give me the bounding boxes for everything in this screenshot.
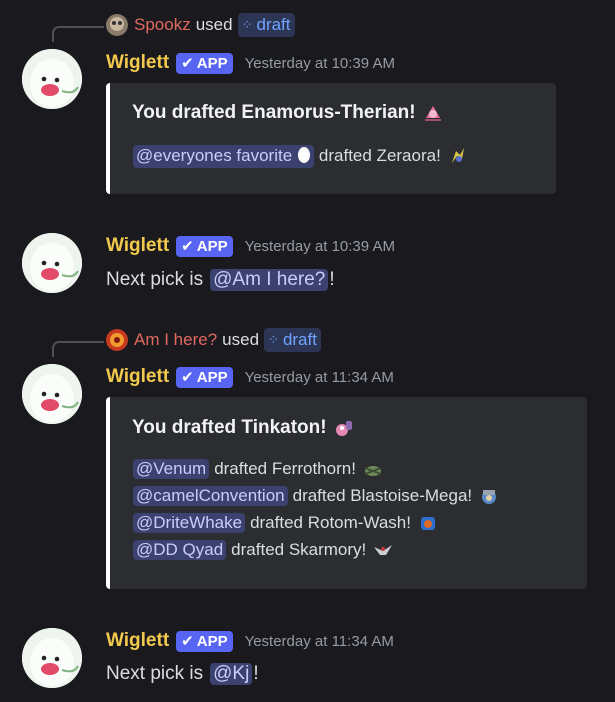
verified-check-icon: ✔ <box>181 238 194 255</box>
timestamp[interactable]: Yesterday at 10:39 AM <box>245 55 395 72</box>
wiglett-avatar[interactable] <box>22 628 82 688</box>
embed-title: You drafted Enamorus-Therian! <box>132 98 444 128</box>
message-header: Wiglett ✔ APP Yesterday at 10:39 AM <box>106 232 395 260</box>
egg-icon <box>297 145 311 168</box>
message-header: Wiglett ✔ APP Yesterday at 11:34 AM <box>106 627 394 655</box>
embed-line: @camelConvention drafted Blastoise-Mega! <box>132 483 500 509</box>
reply-username[interactable]: Spookz <box>134 15 191 35</box>
user-mention[interactable]: @DD Qyad <box>133 540 227 560</box>
message-content: Next pick is @Kj ! <box>106 658 259 690</box>
wiglett-avatar[interactable] <box>22 49 82 109</box>
message-header: Wiglett ✔ APP Yesterday at 11:34 AM <box>106 363 394 391</box>
badge-label: APP <box>196 237 228 255</box>
command-chip[interactable]: ⁘ draft <box>237 13 295 37</box>
blastoise-mega-sprite-icon <box>478 485 500 507</box>
app-badge: ✔ APP <box>176 52 233 74</box>
slash-command-icon: ⁘ <box>241 17 253 32</box>
embed-title: You drafted Tinkaton! <box>132 413 355 443</box>
reply-context[interactable]: Am I here? used ⁘ draft <box>106 327 321 353</box>
embed-line: @DriteWhake drafted Rotom-Wash! <box>132 510 439 536</box>
wiglett-avatar[interactable] <box>22 233 82 293</box>
badge-label: APP <box>196 368 228 386</box>
am-i-here-avatar-icon[interactable] <box>106 329 128 351</box>
draft-embed: You drafted Tinkaton! @Venum drafted Fer… <box>106 397 587 589</box>
draft-text: drafted Ferrothorn! <box>214 459 356 478</box>
user-mention[interactable]: @camelConvention <box>133 486 288 506</box>
verified-check-icon: ✔ <box>181 55 194 72</box>
timestamp[interactable]: Yesterday at 11:34 AM <box>245 369 394 386</box>
rotom-wash-sprite-icon <box>417 512 439 534</box>
message-header: Wiglett ✔ APP Yesterday at 10:39 AM <box>106 49 395 77</box>
user-mention[interactable]: @DriteWhake <box>133 513 246 533</box>
verified-check-icon: ✔ <box>181 369 194 386</box>
message-text: Next pick is <box>106 663 204 684</box>
reply-username[interactable]: Am I here? <box>134 330 217 350</box>
badge-label: APP <box>196 54 228 72</box>
spookz-avatar-icon[interactable] <box>106 14 128 36</box>
username[interactable]: Wiglett <box>106 366 169 388</box>
timestamp[interactable]: Yesterday at 10:39 AM <box>245 238 395 255</box>
draft-text: drafted Blastoise-Mega! <box>292 486 473 505</box>
user-mention[interactable]: @everyones favorite <box>133 144 314 168</box>
user-mention[interactable]: @Am I here? <box>210 269 329 291</box>
user-mention[interactable]: @Kj <box>210 663 253 685</box>
slash-command-icon: ⁘ <box>268 332 279 347</box>
verified-check-icon: ✔ <box>181 633 194 650</box>
app-badge: ✔ APP <box>176 366 233 388</box>
draft-text: drafted Skarmory! <box>231 540 367 559</box>
wiglett-avatar[interactable] <box>22 364 82 424</box>
reply-verb: used <box>195 15 233 34</box>
message-text-suffix: ! <box>253 663 259 684</box>
username[interactable]: Wiglett <box>106 235 169 257</box>
message-text: Next pick is <box>106 269 204 290</box>
user-mention[interactable]: @Venum <box>133 459 210 479</box>
draft-text: drafted Zeraora! <box>318 146 441 165</box>
enamorus-sprite-icon <box>422 102 444 124</box>
zeraora-sprite-icon <box>447 145 469 167</box>
tinkaton-sprite-icon <box>333 417 355 439</box>
draft-embed: You drafted Enamorus-Therian! @everyones… <box>106 83 556 194</box>
embed-line: @DD Qyad drafted Skarmory! <box>132 537 394 563</box>
skarmory-sprite-icon <box>372 539 394 561</box>
embed-title-text: You drafted Enamorus-Therian! <box>132 102 416 123</box>
command-name: draft <box>256 15 291 34</box>
mention-text: @everyones favorite <box>136 145 293 165</box>
command-name: draft <box>282 330 317 349</box>
reply-verb: used <box>222 330 260 349</box>
app-badge: ✔ APP <box>176 235 233 257</box>
badge-label: APP <box>196 632 228 650</box>
username[interactable]: Wiglett <box>106 630 169 652</box>
reply-connector <box>52 341 104 357</box>
embed-title-text: You drafted Tinkaton! <box>132 417 327 438</box>
command-chip[interactable]: ⁘ draft <box>264 328 321 352</box>
embed-line: @everyones favorite drafted Zeraora! <box>132 143 469 169</box>
ferrothorn-sprite-icon <box>362 458 384 480</box>
message-content: Next pick is @Am I here? ! <box>106 264 335 296</box>
embed-line: @Venum drafted Ferrothorn! <box>132 456 384 482</box>
app-badge: ✔ APP <box>176 630 233 652</box>
message-text-suffix: ! <box>329 269 335 290</box>
draft-text: drafted Rotom-Wash! <box>250 513 411 532</box>
timestamp[interactable]: Yesterday at 11:34 AM <box>245 633 394 650</box>
username[interactable]: Wiglett <box>106 52 169 74</box>
reply-context[interactable]: Spookz used ⁘ draft <box>106 12 295 38</box>
reply-connector <box>52 26 104 42</box>
